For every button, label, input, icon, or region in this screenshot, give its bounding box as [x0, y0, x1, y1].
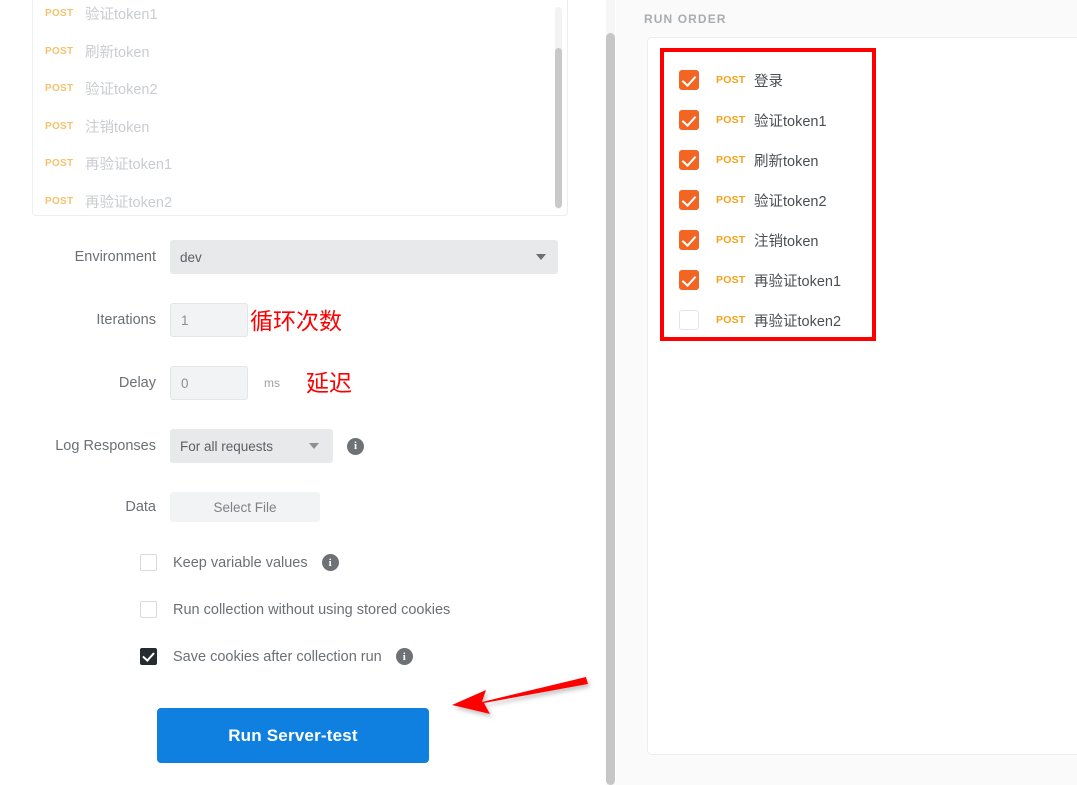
run-order-item[interactable]: POST 再验证token2 [679, 300, 869, 340]
http-method-label: POST [45, 8, 74, 20]
request-name-label: 再验证token2 [754, 313, 842, 330]
save-cookies-checkbox[interactable] [140, 648, 157, 665]
run-order-checkbox[interactable] [679, 230, 699, 250]
select-file-button[interactable]: Select File [170, 492, 320, 522]
list-item[interactable]: POST 再验证token2 [33, 183, 567, 216]
run-order-title: RUN ORDER [644, 12, 727, 26]
run-order-item[interactable]: POST 刷新token [679, 140, 869, 180]
environment-label: Environment [74, 249, 156, 265]
request-name-label: 注销token [85, 119, 150, 136]
run-collection-button[interactable]: Run Server-test [157, 708, 429, 763]
annotation-iterations: 循环次数 [250, 309, 342, 335]
iterations-label: Iterations [96, 312, 156, 328]
log-responses-select[interactable]: For all requests [170, 429, 333, 463]
http-method-label: POST [45, 83, 74, 95]
request-name-label: 验证token2 [85, 82, 158, 99]
http-method-label: POST [716, 194, 746, 206]
http-method-label: POST [716, 314, 746, 326]
request-name-label: 刷新token [754, 153, 819, 170]
keep-variable-values-checkbox[interactable] [140, 554, 157, 571]
option-label: Run collection without using stored cook… [173, 601, 451, 618]
list-item[interactable]: POST 再验证token1 [33, 145, 567, 183]
run-order-checkbox[interactable] [679, 190, 699, 210]
run-collection-label: Run Server-test [228, 725, 358, 745]
request-name-label: 验证token1 [85, 7, 158, 24]
info-icon[interactable]: i [347, 437, 364, 455]
iterations-input[interactable]: 1 [170, 303, 248, 337]
info-icon[interactable]: i [321, 554, 339, 571]
run-order-item[interactable]: POST 验证token1 [679, 100, 869, 140]
request-name-label: 验证token1 [754, 113, 827, 130]
environment-row: Environment dev [0, 240, 608, 274]
chevron-down-icon [536, 254, 546, 260]
request-name-label: 再验证token2 [85, 194, 173, 211]
run-order-list: POST 登录 POST 验证token1 POST 刷新token POST … [679, 60, 869, 340]
delay-row: Delay 0 ms [0, 366, 608, 400]
log-responses-value: For all requests [180, 438, 274, 454]
list-item[interactable]: POST 验证token2 [33, 70, 567, 108]
request-list-scrollbar-thumb[interactable] [555, 48, 562, 208]
request-name-label: 再验证token1 [754, 273, 842, 290]
http-method-label: POST [716, 274, 746, 286]
run-order-item[interactable]: POST 注销token [679, 220, 869, 260]
http-method-label: POST [716, 154, 746, 166]
option-label: Save cookies after collection run [173, 648, 382, 665]
list-item[interactable]: POST 注销token [33, 108, 567, 146]
request-name-label: 验证token2 [754, 193, 827, 210]
http-method-label: POST [716, 74, 746, 86]
log-responses-row: Log Responses For all requests i [0, 429, 608, 463]
run-order-item[interactable]: POST 验证token2 [679, 180, 869, 220]
http-method-label: POST [716, 234, 746, 246]
run-order-checkbox[interactable] [679, 310, 699, 330]
run-order-checkbox[interactable] [679, 270, 699, 290]
http-method-label: POST [45, 45, 74, 57]
run-order-item[interactable]: POST 再验证token1 [679, 260, 869, 300]
delay-label: Delay [118, 375, 156, 391]
log-responses-label: Log Responses [55, 438, 156, 454]
option-keep-variable-values[interactable]: Keep variable values i [0, 554, 608, 571]
option-run-without-cookies[interactable]: Run collection without using stored cook… [0, 601, 608, 618]
request-name-label: 注销token [754, 233, 819, 250]
request-name-label: 登录 [754, 73, 783, 90]
run-order-checkbox[interactable] [679, 150, 699, 170]
select-file-label: Select File [213, 499, 277, 515]
page-scrollbar-thumb[interactable] [606, 33, 615, 785]
run-without-stored-cookies-checkbox[interactable] [140, 601, 157, 618]
run-configuration-panel: POST 验证token1 POST 刷新token POST 验证token2… [0, 0, 608, 785]
data-row: Data Select File [0, 492, 608, 522]
data-label: Data [125, 499, 156, 515]
run-order-checkbox[interactable] [679, 110, 699, 130]
request-name-label: 刷新token [85, 44, 150, 61]
run-order-item[interactable]: POST 登录 [679, 60, 869, 100]
delay-input[interactable]: 0 [170, 366, 248, 400]
request-list-box[interactable]: POST 验证token1 POST 刷新token POST 验证token2… [32, 0, 568, 216]
environment-select[interactable]: dev [170, 240, 558, 274]
iterations-value: 1 [181, 312, 189, 328]
http-method-label: POST [716, 114, 746, 126]
run-order-checkbox[interactable] [679, 70, 699, 90]
http-method-label: POST [45, 195, 74, 207]
delay-unit-label: ms [264, 376, 280, 390]
red-arrow-icon [452, 677, 588, 714]
delay-value: 0 [181, 375, 189, 391]
request-name-label: 再验证token1 [85, 157, 173, 174]
list-item[interactable]: POST 刷新token [33, 33, 567, 71]
info-icon[interactable]: i [395, 648, 413, 665]
chevron-down-icon [309, 443, 319, 449]
http-method-label: POST [45, 158, 74, 170]
option-label: Keep variable values [173, 554, 308, 571]
http-method-label: POST [45, 120, 74, 132]
list-item[interactable]: POST 验证token1 [33, 0, 567, 33]
environment-value: dev [180, 249, 202, 265]
annotation-delay: 延迟 [306, 371, 352, 397]
